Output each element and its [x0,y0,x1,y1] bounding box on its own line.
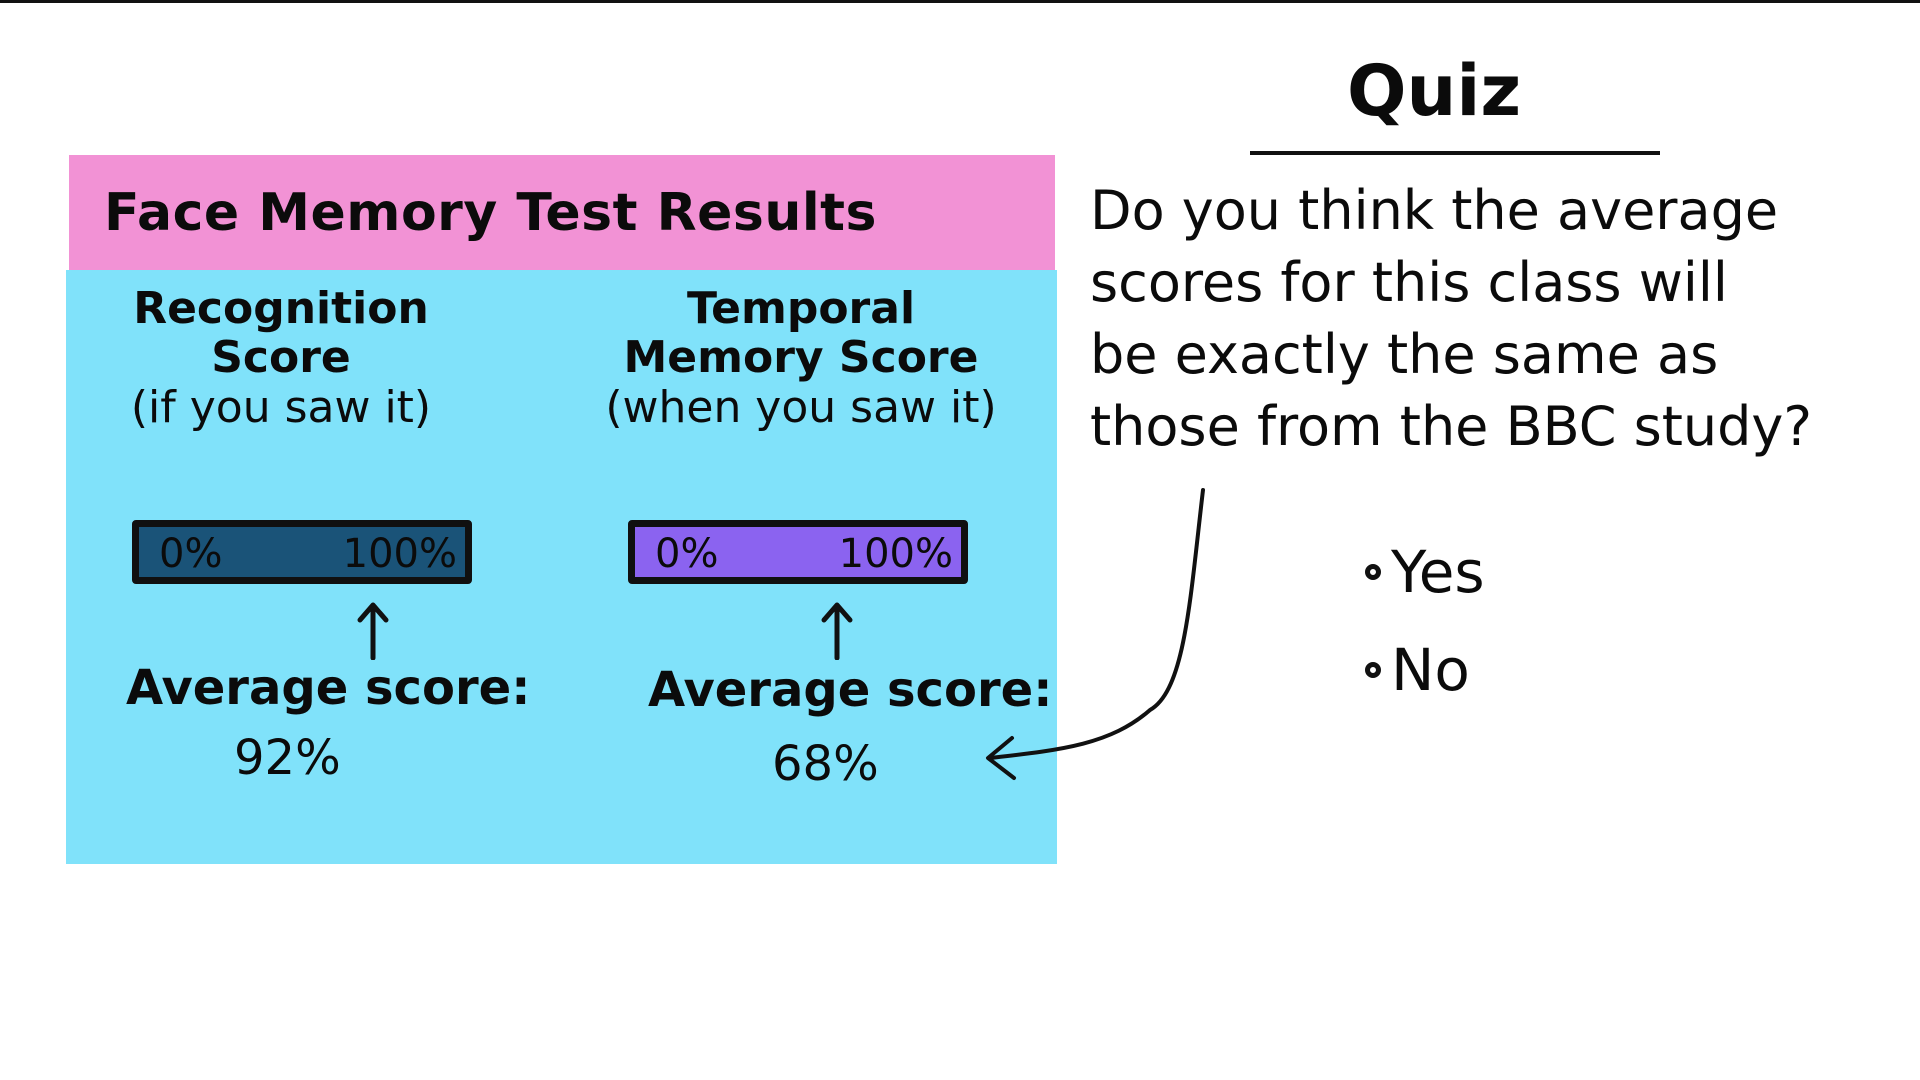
quiz-option-yes[interactable]: Yes [1365,538,1485,606]
recognition-label-sub: (if you saw it) [130,381,432,433]
quiz-option-yes-label: Yes [1391,538,1485,606]
temporal-label-line1: Temporal [686,283,916,334]
results-card-body: Recognition Score (if you saw it) 0% 100… [66,270,1057,864]
temporal-memory-score-label: Temporal Memory Score (when you saw it) [566,284,1036,432]
results-card-title: Face Memory Test Results [104,183,877,243]
recognition-average-arrow-icon [357,602,389,660]
temporal-scale-max: 100% [838,531,953,577]
recognition-scale-max: 100% [342,531,457,577]
temporal-memory-score-bar: 0% 100% [628,520,968,584]
quiz-title-underline [1250,151,1660,155]
recognition-score-bar: 0% 100% [132,520,472,584]
top-border-line [0,0,1920,3]
recognition-average-value: 92% [234,730,341,786]
recognition-average-label: Average score: [126,660,531,716]
quiz-option-no[interactable]: No [1365,636,1470,704]
recognition-label-line2: Score [211,332,351,384]
quiz-title: Quiz [1347,50,1522,132]
quiz-question: Do you think the average scores for this… [1090,175,1910,463]
recognition-scale-min: 0% [159,531,223,577]
temporal-average-label: Average score: [648,662,1053,718]
quiz-question-line: Do you think the average [1090,179,1779,242]
quiz-question-line: scores for this class will [1090,251,1728,314]
quiz-option-no-label: No [1391,636,1470,704]
recognition-score-label: Recognition Score (if you saw it) [66,284,496,432]
temporal-average-value: 68% [772,736,879,792]
radio-button-yes[interactable] [1365,564,1381,580]
temporal-label-line2: Memory Score [623,332,979,384]
temporal-average-arrow-icon [821,602,853,660]
quiz-question-line: those from the BBC study? [1090,395,1813,458]
quiz-question-line: be exactly the same as [1090,323,1719,386]
temporal-scale-min: 0% [655,531,719,577]
recognition-label-line1: Recognition [133,283,429,334]
results-card-header: Face Memory Test Results [69,155,1055,270]
radio-button-no[interactable] [1365,662,1381,678]
temporal-label-sub: (when you saw it) [605,381,997,433]
